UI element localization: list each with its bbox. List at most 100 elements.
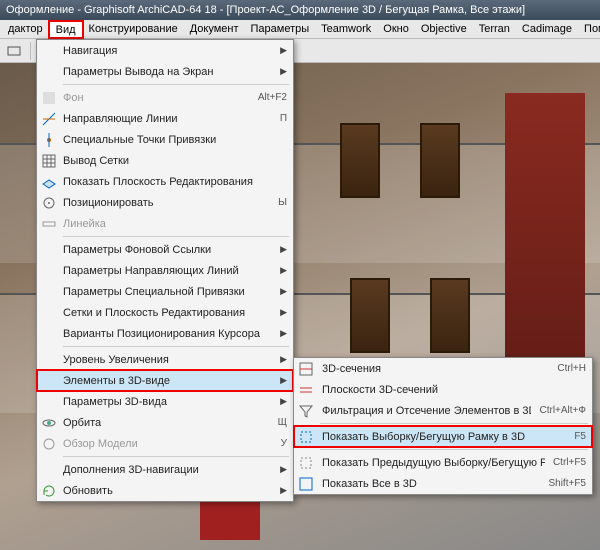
shortcut-label: Ы bbox=[278, 197, 287, 208]
view-menu-item-7[interactable]: Показать Плоскость Редактирования bbox=[37, 171, 293, 192]
view-menu-item-24[interactable]: Обновить▶ bbox=[37, 480, 293, 501]
menu-параметры[interactable]: Параметры bbox=[245, 21, 316, 37]
menu-separator bbox=[63, 346, 289, 347]
view-menu-item-21: Обзор МоделиУ bbox=[37, 433, 293, 454]
submenu-arrow-icon: ▶ bbox=[280, 485, 287, 496]
shortcut-label: Ctrl+Alt+Ф bbox=[539, 405, 586, 416]
menu-item-label: Фильтрация и Отсечение Элементов в 3D... bbox=[322, 405, 531, 417]
menu-документ[interactable]: Документ bbox=[184, 21, 245, 37]
blank-icon bbox=[41, 284, 57, 300]
menubar: дакторВидКонструированиеДокументПараметр… bbox=[0, 20, 600, 39]
view-menu-item-19[interactable]: Параметры 3D-вида▶ bbox=[37, 391, 293, 412]
menu-teamwork[interactable]: Teamwork bbox=[315, 21, 377, 37]
menu-item-label: Орбита bbox=[63, 417, 270, 429]
view-menu-item-20[interactable]: Орбита Щ bbox=[37, 412, 293, 433]
submenu-arrow-icon: ▶ bbox=[280, 396, 287, 407]
menu-помощь[interactable]: Помощь bbox=[578, 21, 600, 37]
view-menu-item-12[interactable]: Параметры Направляющих Линий▶ bbox=[37, 260, 293, 281]
menu-item-label: Вывод Сетки bbox=[63, 155, 287, 167]
menu-item-label: Показать Плоскость Редактирования bbox=[63, 176, 287, 188]
view-menu-item-17[interactable]: Уровень Увеличения▶ bbox=[37, 349, 293, 370]
menu-item-label: Уровень Увеличения bbox=[63, 354, 274, 366]
shortcut-label: П bbox=[280, 113, 287, 124]
view-menu-item-1[interactable]: Параметры Вывода на Экран▶ bbox=[37, 61, 293, 82]
menu-item-label: Параметры Направляющих Линий bbox=[63, 265, 274, 277]
menu-item-label: Фон bbox=[63, 92, 250, 104]
menu-item-label: Показать Выборку/Бегущую Рамку в 3D bbox=[322, 431, 566, 443]
window-title: Оформление - Graphisoft ArchiCAD-64 18 -… bbox=[6, 4, 525, 16]
view-menu-item-18[interactable]: Элементы в 3D-виде ▶ bbox=[37, 370, 293, 391]
filter-icon bbox=[298, 403, 314, 419]
tool-wall-icon[interactable] bbox=[4, 41, 24, 61]
bg-icon bbox=[41, 90, 57, 106]
blank-icon bbox=[41, 305, 57, 321]
submenu-arrow-icon: ▶ bbox=[280, 244, 287, 255]
submenu-item-1[interactable]: Плоскости 3D-сечений bbox=[294, 379, 592, 400]
shortcut-label: Alt+F2 bbox=[258, 92, 287, 103]
view-menu-item-0[interactable]: Навигация▶ bbox=[37, 40, 293, 61]
view-menu-dropdown: Навигация▶Параметры Вывода на Экран▶ФонA… bbox=[36, 39, 294, 502]
planes-icon bbox=[298, 382, 314, 398]
view-menu-item-6[interactable]: Вывод Сетки bbox=[37, 150, 293, 171]
menu-item-label: Специальные Точки Привязки bbox=[63, 134, 287, 146]
browse-icon bbox=[41, 436, 57, 452]
snap-icon bbox=[41, 132, 57, 148]
submenu-arrow-icon: ▶ bbox=[280, 375, 287, 386]
grid-icon bbox=[41, 153, 57, 169]
menu-separator bbox=[63, 236, 289, 237]
menu-separator bbox=[63, 84, 289, 85]
view-menu-item-11[interactable]: Параметры Фоновой Ссылки ▶ bbox=[37, 239, 293, 260]
separator bbox=[30, 42, 31, 60]
menu-item-label: Варианты Позиционирования Курсора bbox=[63, 328, 274, 340]
view-menu-item-14[interactable]: Сетки и Плоскость Редактирования▶ bbox=[37, 302, 293, 323]
all3d-icon bbox=[298, 476, 314, 492]
submenu-item-7[interactable]: Показать Все в 3DShift+F5 bbox=[294, 473, 592, 494]
menu-separator bbox=[320, 449, 588, 450]
menu-item-label: Показать Предыдущую Выборку/Бегущую Рамк… bbox=[322, 457, 545, 469]
menu-дактор[interactable]: дактор bbox=[2, 21, 49, 37]
shortcut-label: F5 bbox=[574, 431, 586, 442]
menu-item-label: Параметры Вывода на Экран bbox=[63, 66, 274, 78]
window-titlebar: Оформление - Graphisoft ArchiCAD-64 18 -… bbox=[0, 0, 600, 20]
blank-icon bbox=[41, 394, 57, 410]
view-menu-item-3: Фон Alt+F2 bbox=[37, 87, 293, 108]
menu-separator bbox=[63, 456, 289, 457]
submenu-item-2[interactable]: Фильтрация и Отсечение Элементов в 3D...… bbox=[294, 400, 592, 421]
pos-icon bbox=[41, 195, 57, 211]
menu-item-label: Параметры Специальной Привязки bbox=[63, 286, 274, 298]
ruler-icon bbox=[41, 216, 57, 232]
prev3d-icon bbox=[298, 455, 314, 471]
menu-item-label: Параметры Фоновой Ссылки bbox=[63, 244, 274, 256]
menu-item-label: Направляющие Линии bbox=[63, 113, 272, 125]
blank-icon bbox=[41, 64, 57, 80]
shortcut-label: У bbox=[281, 438, 287, 449]
menu-item-label: Элементы в 3D-виде bbox=[63, 375, 274, 387]
shortcut-label: Shift+F5 bbox=[548, 478, 586, 489]
door bbox=[340, 123, 380, 198]
menu-terran[interactable]: Terran bbox=[473, 21, 516, 37]
guide-icon bbox=[41, 111, 57, 127]
submenu-arrow-icon: ▶ bbox=[280, 307, 287, 318]
shortcut-label: Щ bbox=[278, 417, 287, 428]
view-menu-item-15[interactable]: Варианты Позиционирования Курсора▶ bbox=[37, 323, 293, 344]
menu-cadimage[interactable]: Cadimage bbox=[516, 21, 578, 37]
menu-item-label: Дополнения 3D-навигации bbox=[63, 464, 274, 476]
menu-objective[interactable]: Objective bbox=[415, 21, 473, 37]
submenu-item-4[interactable]: Показать Выборку/Бегущую Рамку в 3D F5 bbox=[294, 426, 592, 447]
menu-конструирование[interactable]: Конструирование bbox=[83, 21, 184, 37]
orbit-icon bbox=[41, 415, 57, 431]
menu-item-label: Плоскости 3D-сечений bbox=[322, 384, 586, 396]
view-menu-item-8[interactable]: ПозиционироватьЫ bbox=[37, 192, 293, 213]
blank-icon bbox=[41, 242, 57, 258]
menu-окно[interactable]: Окно bbox=[377, 21, 415, 37]
view-menu-item-13[interactable]: Параметры Специальной Привязки▶ bbox=[37, 281, 293, 302]
submenu-item-0[interactable]: 3D-сеченияCtrl+Н bbox=[294, 358, 592, 379]
view-menu-item-5[interactable]: Специальные Точки Привязки bbox=[37, 129, 293, 150]
blank-icon bbox=[41, 462, 57, 478]
blank-icon bbox=[41, 373, 57, 389]
submenu-item-6[interactable]: Показать Предыдущую Выборку/Бегущую Рамк… bbox=[294, 452, 592, 473]
view-menu-item-23[interactable]: Дополнения 3D-навигации▶ bbox=[37, 459, 293, 480]
menu-item-label: Линейка bbox=[63, 218, 287, 230]
view-menu-item-4[interactable]: Направляющие Линии П bbox=[37, 108, 293, 129]
menu-вид[interactable]: Вид bbox=[49, 21, 83, 38]
